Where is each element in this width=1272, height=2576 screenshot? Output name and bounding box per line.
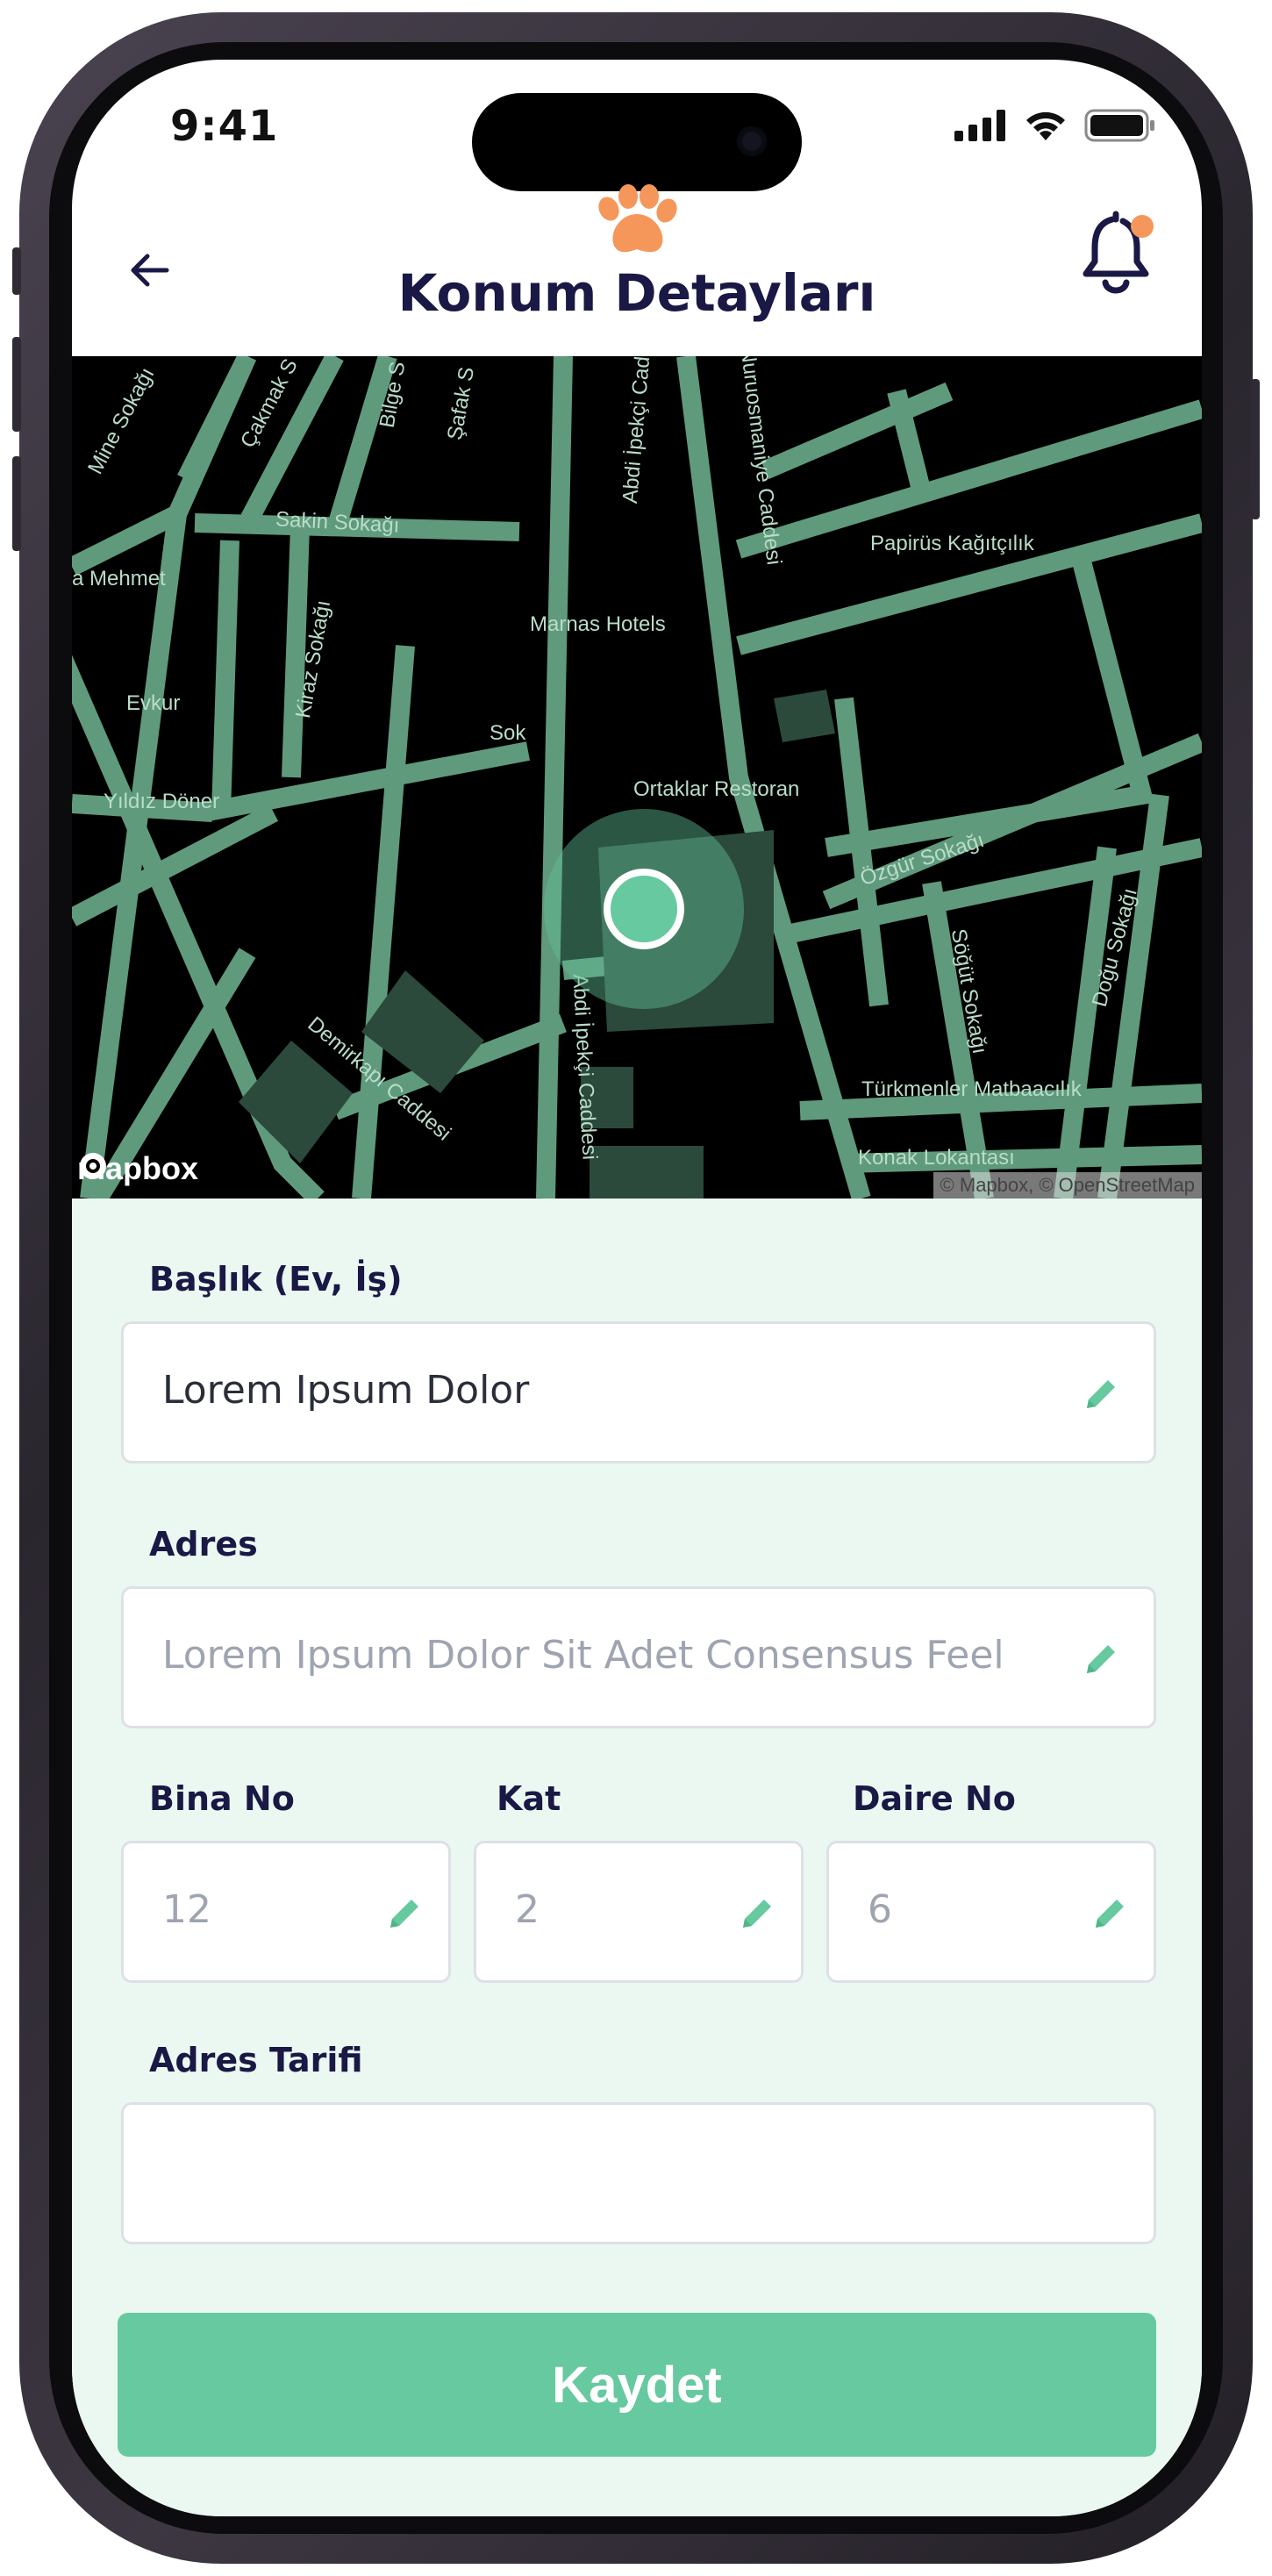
mapbox-logo: mapbox [77,1150,198,1187]
kat-label: Kat [497,1779,561,1818]
street-label: Sok [490,721,526,745]
baslik-value: Lorem Ipsum Dolor [162,1368,530,1413]
battery-icon [1084,109,1154,142]
poi-label: Türkmenler Matbaacılık [861,1077,1082,1101]
adres-placeholder: Lorem Ipsum Dolor Sit Adet Consensus Fee… [162,1633,1004,1678]
bina-placeholder: 12 [162,1887,211,1932]
save-button[interactable]: Kaydet [118,2313,1156,2457]
kat-field[interactable]: 2 [474,1841,804,1983]
status-icons [954,109,1156,142]
cellular-signal-icon [954,110,1005,141]
map-view[interactable]: Mine Sokağı Çakmak S Bilge S Şafak S Abd… [72,356,1202,1199]
bina-field[interactable]: 12 [121,1841,451,1983]
location-pin[interactable] [604,869,684,949]
tarif-field[interactable] [121,2102,1156,2244]
pencil-icon[interactable] [1089,1893,1131,1935]
pencil-icon[interactable] [1080,1373,1122,1415]
adres-label: Adres [149,1525,258,1563]
front-camera [737,126,767,156]
paw-icon [598,184,677,253]
volume-down-button [12,456,21,551]
poi-label: Yıldız Döner [104,790,220,813]
poi-label: Konak Lokantası [858,1146,1015,1170]
mapbox-icon [80,1153,106,1179]
pencil-icon[interactable] [736,1893,778,1935]
page-title: Konum Detayları [397,263,876,323]
baslik-field[interactable]: Lorem Ipsum Dolor [121,1321,1156,1463]
bina-label: Bina No [149,1779,295,1818]
daire-label: Daire No [853,1779,1016,1818]
pencil-icon[interactable] [1080,1638,1122,1680]
poi-label: Marnas Hotels [530,612,666,636]
baslik-label: Başlık (Ev, İş) [149,1260,403,1299]
wifi-icon [1026,111,1065,140]
tarif-label: Adres Tarifi [149,2041,363,2079]
poi-label: Papirüs Kağıtçılık [870,532,1034,555]
pencil-icon[interactable] [383,1893,425,1935]
poi-label: Evkur [126,691,181,715]
poi-label: a Mehmet [72,567,166,590]
notifications-button[interactable] [1081,211,1160,298]
dynamic-island [472,93,802,191]
map-attribution[interactable]: © Mapbox, © OpenStreetMap [933,1172,1202,1199]
action-button [12,247,21,295]
adres-field[interactable]: Lorem Ipsum Dolor Sit Adet Consensus Fee… [121,1586,1156,1728]
volume-up-button [12,337,21,432]
daire-placeholder: 6 [868,1887,892,1932]
app-screen: 9:41 Konum Detayları Mine Sokağı Çakmak … [72,60,1202,2516]
power-button [1251,379,1260,519]
status-time: 9:41 [170,102,279,151]
kat-placeholder: 2 [515,1887,540,1932]
poi-label: Ortaklar Restoran [633,777,800,801]
bell-icon [1083,211,1154,294]
daire-field[interactable]: 6 [826,1841,1156,1983]
